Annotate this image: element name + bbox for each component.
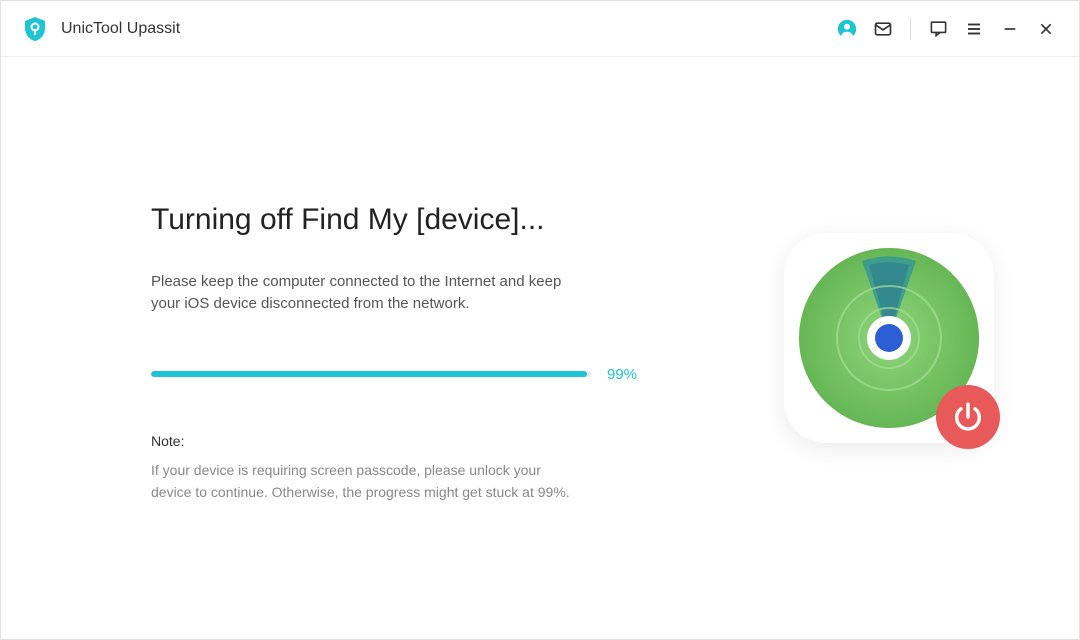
mail-icon[interactable] — [866, 12, 900, 46]
progress-bar — [151, 371, 591, 377]
close-button[interactable] — [1029, 12, 1063, 46]
app-window: UnicTool Upassit — [0, 0, 1080, 640]
findmy-card — [784, 233, 994, 443]
note-label: Note: — [61, 433, 719, 449]
page-heading: Turning off Find My [device]... — [61, 203, 719, 237]
illustration-panel — [759, 208, 1019, 468]
minimize-button[interactable] — [993, 12, 1027, 46]
menu-icon[interactable] — [957, 12, 991, 46]
power-off-icon — [936, 385, 1000, 449]
app-logo-icon — [21, 15, 49, 43]
feedback-icon[interactable] — [921, 12, 955, 46]
titlebar-actions — [830, 12, 1063, 46]
note-text: If your device is requiring screen passc… — [61, 459, 581, 504]
titlebar: UnicTool Upassit — [1, 1, 1079, 57]
main-content: Turning off Find My [device]... Please k… — [1, 57, 1079, 639]
progress-fill — [151, 371, 587, 377]
progress-percent-label: 99% — [607, 366, 637, 383]
left-panel: Turning off Find My [device]... Please k… — [61, 173, 759, 504]
progress-container: 99% — [61, 366, 719, 383]
description-text: Please keep the computer connected to th… — [61, 271, 581, 316]
app-title: UnicTool Upassit — [61, 20, 830, 38]
divider — [910, 18, 911, 40]
account-icon[interactable] — [830, 12, 864, 46]
